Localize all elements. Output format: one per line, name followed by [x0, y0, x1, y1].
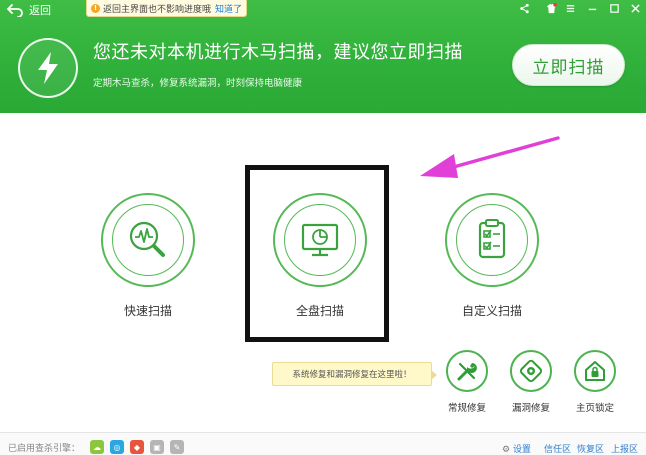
- back-button[interactable]: 返回: [6, 1, 51, 19]
- qvm-engine-icon[interactable]: ◎: [110, 440, 124, 454]
- regular-repair-label: 常规修复: [447, 403, 486, 414]
- custom-scan-circle: [445, 193, 539, 287]
- regular-repair-button[interactable]: 常规修复: [441, 350, 493, 414]
- full-scan-highlight-box: [245, 165, 389, 342]
- avira-engine-icon[interactable]: ◆: [130, 440, 144, 454]
- lightning-badge: [18, 38, 78, 98]
- custom-scan-inner: [456, 204, 528, 276]
- repair-tip-text: 系统修复和漏洞修复在这里啦！: [292, 370, 412, 380]
- menu-icon: [566, 4, 574, 12]
- header-banner: 返回 ! 返回主界面也不影响进度哦 知道了 您还未对本机进行木马扫描，建议您立即…: [0, 0, 646, 113]
- wrench-icon: [457, 362, 477, 381]
- maximize-icon: [609, 3, 619, 13]
- hero-subtitle: 定期木马查杀，修复系统漏洞，时刻保持电脑健康: [93, 78, 303, 89]
- shirt-icon: [546, 2, 557, 13]
- shield-patch-icon: [519, 359, 543, 383]
- quick-scan-label: 快速扫描: [123, 304, 172, 318]
- back-label: 返回: [29, 4, 51, 17]
- homepage-lock-label: 主页锁定: [575, 403, 614, 414]
- close-icon: [630, 3, 640, 13]
- share-icon: [519, 3, 529, 13]
- top-bar: 返回 ! 返回主界面也不影响进度哦 知道了: [0, 0, 646, 20]
- message-button[interactable]: [542, 1, 560, 15]
- repair-tip: 系统修复和漏洞修复在这里啦！: [272, 362, 437, 386]
- homepage-lock-circle: [574, 350, 616, 392]
- notice-banner: ! 返回主界面也不影响进度哦 知道了: [86, 0, 248, 17]
- settings-link[interactable]: ⚙ 设置: [502, 442, 531, 455]
- magnifier-pulse-icon: [129, 221, 165, 257]
- maximize-button[interactable]: [605, 1, 623, 15]
- vulnerability-repair-circle: [510, 350, 552, 392]
- settings-label: 设置: [512, 445, 531, 455]
- vulnerability-repair-label: 漏洞修复: [511, 403, 550, 414]
- notice-dismiss-link[interactable]: 知道了: [215, 2, 242, 15]
- annotation-arrow-icon: [420, 136, 560, 178]
- custom-scan-label: 自定义扫描: [461, 304, 522, 318]
- trust-zone-link[interactable]: 信任区: [544, 442, 571, 455]
- report-zone-link[interactable]: 上报区: [611, 442, 638, 455]
- menu-button[interactable]: [561, 1, 579, 15]
- regular-repair-circle: [446, 350, 488, 392]
- homepage-lock-button[interactable]: 主页锁定: [569, 350, 621, 414]
- quick-scan-option[interactable]: 快速扫描: [98, 193, 198, 319]
- scan-now-button[interactable]: 立即扫描: [512, 44, 625, 86]
- hero-title: 您还未对本机进行木马扫描，建议您立即扫描: [93, 42, 463, 63]
- checklist-icon: [478, 219, 506, 259]
- share-button[interactable]: [515, 1, 533, 15]
- info-icon: !: [91, 3, 100, 13]
- minimize-button[interactable]: [583, 1, 601, 15]
- system-repair-engine-icon[interactable]: ✎: [170, 440, 184, 454]
- vulnerability-repair-button[interactable]: 漏洞修复: [505, 350, 557, 414]
- quick-scan-circle: [101, 193, 195, 287]
- quick-scan-inner: [112, 204, 184, 276]
- bitdefender-engine-icon[interactable]: ▣: [150, 440, 164, 454]
- minimize-icon: [588, 8, 596, 10]
- restore-zone-link[interactable]: 恢复区: [577, 442, 604, 455]
- custom-scan-option[interactable]: 自定义扫描: [442, 193, 542, 319]
- cloud-engine-icon[interactable]: ☁: [90, 440, 104, 454]
- notice-text: 返回主界面也不影响进度哦: [103, 4, 212, 15]
- bottom-bar: 已启用查杀引擎： ☁ ◎ ◆ ▣ ✎ ⚙ 设置 信任区 恢复区 上报区: [0, 432, 646, 455]
- close-button[interactable]: [626, 1, 644, 15]
- back-arrow-icon: [6, 4, 23, 17]
- home-lock-icon: [585, 361, 605, 381]
- engines-label: 已启用查杀引擎：: [8, 444, 81, 454]
- gear-icon: ⚙: [502, 445, 511, 455]
- lightning-icon: [38, 52, 58, 84]
